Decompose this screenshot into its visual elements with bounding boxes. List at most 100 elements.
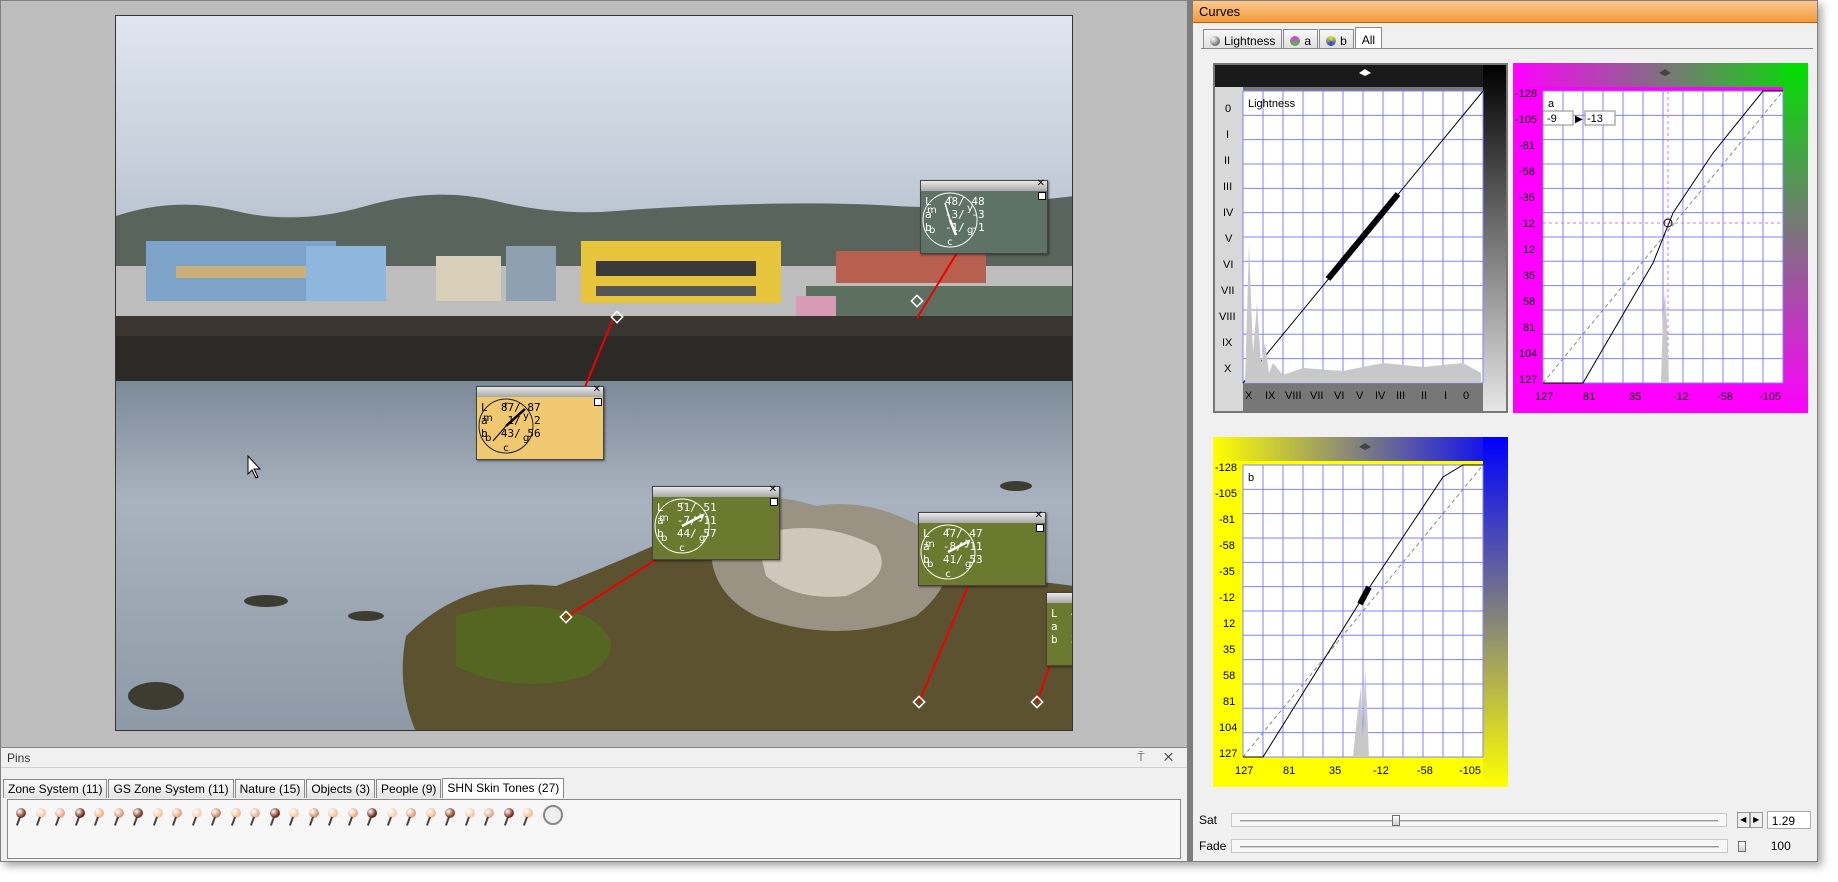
tab-gs-zone-system[interactable]: GS Zone System (11) — [108, 779, 234, 798]
fade-value[interactable]: 100 — [1767, 837, 1811, 855]
pin-icon[interactable] — [503, 808, 514, 826]
sat-slider-thumb[interactable] — [1392, 815, 1401, 826]
svg-text:I: I — [1444, 390, 1447, 402]
tab-b[interactable]: b — [1319, 29, 1354, 49]
pin-icon[interactable] — [74, 808, 85, 826]
arrow-left-icon[interactable]: ◀ — [1736, 812, 1750, 828]
lightness-curve-panel[interactable]: Lightness 0 I II III IV V VI VII VIII IX… — [1213, 63, 1508, 413]
pin-icon[interactable] — [308, 808, 319, 826]
svg-text:-105: -105 — [1215, 488, 1237, 500]
tab-nature[interactable]: Nature (15) — [234, 779, 306, 798]
svg-text:-58: -58 — [1417, 765, 1433, 777]
tab-shn-skin-tones[interactable]: SHN Skin Tones (27) — [442, 778, 565, 798]
pin-icon[interactable] — [15, 808, 26, 826]
color-readout-5[interactable]: ✕ L 44/ 44 a -8/-11 b 36/ 47 — [1046, 592, 1072, 666]
fade-slider-row: Fade 100 — [1199, 835, 1811, 857]
loupe-icon[interactable] — [542, 805, 563, 825]
b-curve-graph[interactable]: b -128 -105 -81 -58 -35 -12 12 35 58 81 … — [1213, 437, 1508, 787]
expand-icon[interactable] — [1038, 192, 1046, 200]
svg-text:35: 35 — [1629, 391, 1641, 403]
close-icon[interactable]: ✕ — [1037, 178, 1045, 190]
svg-text:III: III — [1396, 390, 1405, 402]
readout-b: b 36/ 47 — [1051, 633, 1072, 646]
pin-icon[interactable] — [464, 808, 475, 826]
tab-all[interactable]: All — [1354, 27, 1383, 49]
pin-icon[interactable] — [210, 808, 221, 826]
pin-icon[interactable] — [347, 808, 358, 826]
color-readout-4[interactable]: ✕ L 47/ 47 a -8/-11 b 41/ 53 rygcbm — [918, 510, 1046, 586]
svg-text:35: 35 — [1223, 644, 1235, 656]
svg-text:35: 35 — [1523, 270, 1535, 282]
hue-dial-icon: rygcbm — [920, 524, 976, 580]
expand-icon[interactable] — [1036, 524, 1044, 532]
b-channel-icon — [1326, 36, 1337, 46]
svg-text:b: b — [929, 225, 935, 236]
tab-objects[interactable]: Objects (3) — [306, 779, 376, 798]
pin-icon[interactable] — [171, 808, 182, 826]
svg-text:-35: -35 — [1219, 566, 1235, 578]
pin-icon[interactable] — [93, 808, 104, 826]
a-curve-panel[interactable]: a -9 ▶ -13 -128 -105 -81 -58 -35 -12 12 … — [1513, 63, 1808, 413]
curves-title: Curves — [1193, 1, 1817, 23]
svg-text:IX: IX — [1222, 337, 1233, 349]
sat-slider[interactable] — [1231, 813, 1727, 827]
color-readout-1[interactable]: ✕ L 48/ 48 a -3/ -3 b -1/ -1 rygcbm — [920, 178, 1048, 254]
svg-text:b: b — [927, 559, 933, 570]
tab-zone-system[interactable]: Zone System (11) — [3, 779, 108, 798]
sat-value[interactable]: 1.29 — [1766, 811, 1811, 829]
pin-icon[interactable] — [132, 808, 143, 826]
svg-text:g: g — [523, 433, 529, 444]
color-readout-3[interactable]: ✕ L 51/ 51 a -7/-11 b 44/ 57 rygcbm — [652, 484, 780, 560]
pin-icon[interactable] — [152, 808, 163, 826]
fade-slider[interactable] — [1231, 839, 1747, 853]
pin-close-icons[interactable]: ⍑ ✕ — [1137, 750, 1181, 765]
pin-icon[interactable] — [327, 808, 338, 826]
pin-icon[interactable] — [35, 808, 46, 826]
svg-text:12: 12 — [1523, 244, 1535, 256]
close-icon[interactable]: ✕ — [769, 484, 777, 496]
pin-icon[interactable] — [54, 808, 65, 826]
svg-text:VII: VII — [1221, 285, 1234, 297]
tab-lightness[interactable]: Lightness — [1203, 29, 1283, 49]
tab-a[interactable]: a — [1283, 29, 1319, 49]
a-curve-graph[interactable]: a -9 ▶ -13 -128 -105 -81 -58 -35 -12 12 … — [1513, 63, 1808, 413]
pin-icon[interactable] — [113, 808, 124, 826]
svg-text:VI: VI — [1223, 259, 1233, 271]
pins-panel: Pins ⍑ ✕ Zone System (11) GS Zone System… — [1, 747, 1187, 861]
expand-icon[interactable] — [594, 398, 602, 406]
harbor-photo — [116, 16, 1072, 730]
pins-title: Pins — [7, 751, 31, 765]
pin-icon[interactable] — [366, 808, 377, 826]
color-readout-2[interactable]: ✕ L 87/ 87 a 1/ 2 b 43/ 56 rygcbm — [476, 384, 604, 460]
tab-underline — [1201, 48, 1813, 49]
lightness-curve-graph[interactable]: Lightness 0 I II III IV V VI VII VIII IX… — [1213, 63, 1508, 413]
arrow-right-icon[interactable]: ▶ — [1749, 812, 1763, 828]
svg-text:81: 81 — [1223, 696, 1235, 708]
pin-icon[interactable] — [191, 808, 202, 826]
pin-icon[interactable] — [230, 808, 241, 826]
sat-spinner[interactable]: ◀ ▶ — [1736, 812, 1763, 828]
pin-icon[interactable] — [288, 808, 299, 826]
pin-icon[interactable] — [483, 808, 494, 826]
svg-text:m: m — [483, 413, 493, 424]
pin-icon[interactable] — [444, 808, 455, 826]
pin-icon[interactable] — [405, 808, 416, 826]
expand-icon[interactable] — [770, 498, 778, 506]
b-curve-panel[interactable]: b -128 -105 -81 -58 -35 -12 12 35 58 81 … — [1213, 437, 1508, 787]
fade-slider-thumb[interactable] — [1738, 841, 1747, 852]
svg-text:X: X — [1224, 363, 1232, 375]
pin-icon[interactable] — [269, 808, 280, 826]
svg-text:IX: IX — [1265, 390, 1276, 402]
close-icon[interactable]: ✕ — [1035, 510, 1043, 522]
pin-icon[interactable] — [386, 808, 397, 826]
pin-icon[interactable] — [522, 808, 533, 826]
svg-text:c: c — [947, 237, 953, 248]
tab-people[interactable]: People (9) — [376, 779, 442, 798]
svg-text:IV: IV — [1223, 207, 1234, 219]
photo-canvas[interactable]: ✕ L 48/ 48 a -3/ -3 b -1/ -1 rygcbm ✕ L … — [115, 15, 1073, 731]
svg-text:-12: -12 — [1219, 592, 1235, 604]
pin-icon[interactable] — [249, 808, 260, 826]
close-icon[interactable]: ✕ — [593, 384, 601, 396]
svg-text:II: II — [1224, 155, 1230, 167]
pin-icon[interactable] — [425, 808, 436, 826]
